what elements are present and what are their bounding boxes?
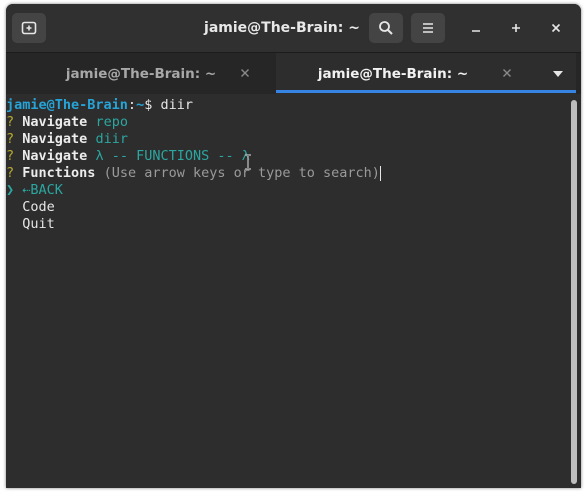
- terminal-window: jamie@The-Brain: ~ jamie@The-Brain: ~ ja…: [6, 4, 581, 488]
- prompt-separator: :: [127, 97, 137, 113]
- chevron-down-icon: [553, 71, 563, 77]
- prompt-line: jamie@The-Brain:~$ diir: [6, 97, 193, 114]
- menu-button[interactable]: [411, 13, 445, 43]
- prompt-path: ~: [136, 97, 145, 113]
- prompt-user: jamie@The-Brain: [6, 97, 128, 113]
- active-tab-indicator: [276, 90, 576, 93]
- question-marker: ?: [6, 148, 15, 164]
- tab-2-close-button[interactable]: [500, 66, 514, 80]
- hamburger-icon: [423, 23, 433, 33]
- search-icon: [379, 21, 393, 35]
- menu-item-label: Quit: [22, 216, 55, 232]
- question-line: ? Navigate diir: [6, 131, 128, 148]
- maximize-icon: [512, 24, 520, 32]
- question-key: Navigate: [22, 148, 88, 164]
- menu-item-quit[interactable]: Quit: [6, 216, 55, 233]
- new-tab-button[interactable]: [12, 13, 46, 43]
- question-line: ? Functions (Use arrow keys or type to s…: [6, 165, 381, 182]
- close-icon: [551, 23, 561, 33]
- text-cursor: [379, 165, 381, 181]
- tab-1-label: jamie@The-Brain: ~: [65, 65, 217, 82]
- question-marker: ?: [6, 165, 15, 181]
- question-answer: λ -- FUNCTIONS -- λ: [95, 148, 250, 164]
- question-hint: (Use arrow keys or type to search): [103, 165, 380, 181]
- menu-item-label: Code: [22, 199, 55, 215]
- title-bar: jamie@The-Brain: ~: [6, 4, 581, 52]
- search-button[interactable]: [369, 13, 403, 43]
- tab-2[interactable]: jamie@The-Brain: ~: [276, 53, 576, 94]
- menu-item-label: ⇠BACK: [22, 182, 63, 198]
- question-answer: repo: [95, 114, 128, 130]
- close-window-button[interactable]: [546, 18, 566, 38]
- tab-list-button[interactable]: [546, 65, 570, 83]
- question-key: Functions: [22, 165, 96, 181]
- command-text: diir: [160, 97, 193, 113]
- question-line: ? Navigate λ -- FUNCTIONS -- λ: [6, 148, 250, 165]
- tab-bar: jamie@The-Brain: ~ jamie@The-Brain: ~: [6, 52, 581, 94]
- menu-item-back[interactable]: ❯ ⇠BACK: [6, 182, 63, 199]
- question-key: Navigate: [22, 114, 88, 130]
- menu-pointer: ❯: [6, 182, 15, 198]
- question-marker: ?: [6, 114, 15, 130]
- menu-item-code[interactable]: Code: [6, 199, 55, 216]
- tab-1-close-button[interactable]: [238, 66, 252, 80]
- tab-1[interactable]: jamie@The-Brain: ~: [6, 53, 276, 94]
- prompt-symbol: $: [144, 97, 161, 113]
- new-tab-icon: [21, 21, 37, 35]
- ibeam-cursor-icon: [245, 154, 251, 170]
- question-answer: diir: [95, 131, 128, 147]
- scrollbar[interactable]: [571, 100, 577, 484]
- minimize-icon: [472, 30, 480, 32]
- maximize-button[interactable]: [506, 18, 526, 38]
- window-title: jamie@The-Brain: ~: [204, 20, 360, 36]
- question-line: ? Navigate repo: [6, 114, 128, 131]
- close-icon: [503, 69, 511, 77]
- terminal-output[interactable]: jamie@The-Brain:~$ diir ? Navigate repo …: [6, 94, 581, 488]
- tab-2-label: jamie@The-Brain: ~: [317, 65, 469, 82]
- question-key: Navigate: [22, 131, 88, 147]
- minimize-button[interactable]: [466, 18, 486, 38]
- close-icon: [241, 69, 249, 77]
- question-marker: ?: [6, 131, 15, 147]
